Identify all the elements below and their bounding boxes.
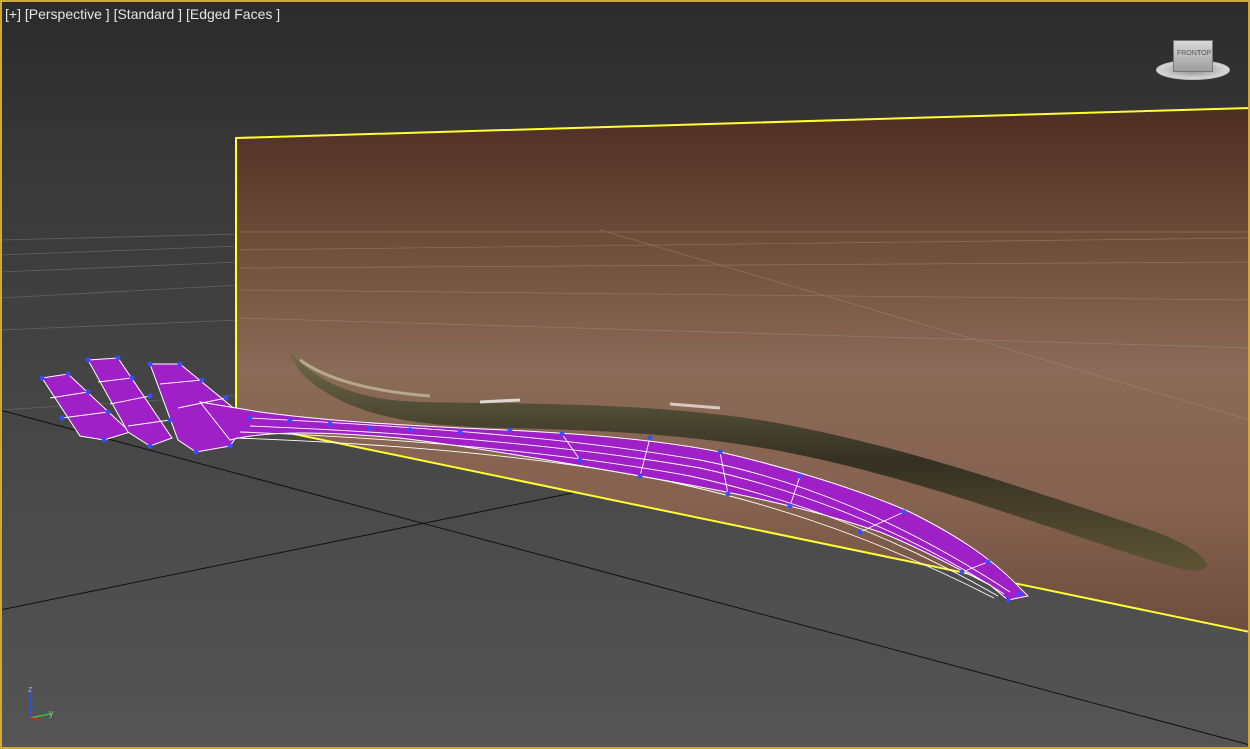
viewport-shading-menu[interactable]: [Standard ] <box>114 6 183 22</box>
viewport-display-menu[interactable]: [Edged Faces ] <box>186 6 280 22</box>
axis-z-label: z <box>28 686 33 694</box>
viewport-menu-plus[interactable]: [+] <box>5 6 21 22</box>
viewcube-cube[interactable]: FRONT TOP <box>1173 40 1213 72</box>
perspective-viewport[interactable]: [+] [Perspective ] [Standard ] [Edged Fa… <box>0 0 1250 749</box>
reference-image-plane[interactable] <box>235 106 1250 634</box>
viewport-label: [+] [Perspective ] [Standard ] [Edged Fa… <box>5 6 280 22</box>
axis-y-label: y <box>49 708 54 718</box>
viewcube-top-face[interactable]: TOP <box>1197 50 1211 57</box>
scene-canvas[interactable] <box>0 0 1250 749</box>
axis-tripod-icon: z y <box>28 686 54 721</box>
viewport-point-of-view-menu[interactable]: [Perspective ] <box>25 6 110 22</box>
viewcube-icon[interactable]: FRONT TOP <box>1156 38 1232 84</box>
